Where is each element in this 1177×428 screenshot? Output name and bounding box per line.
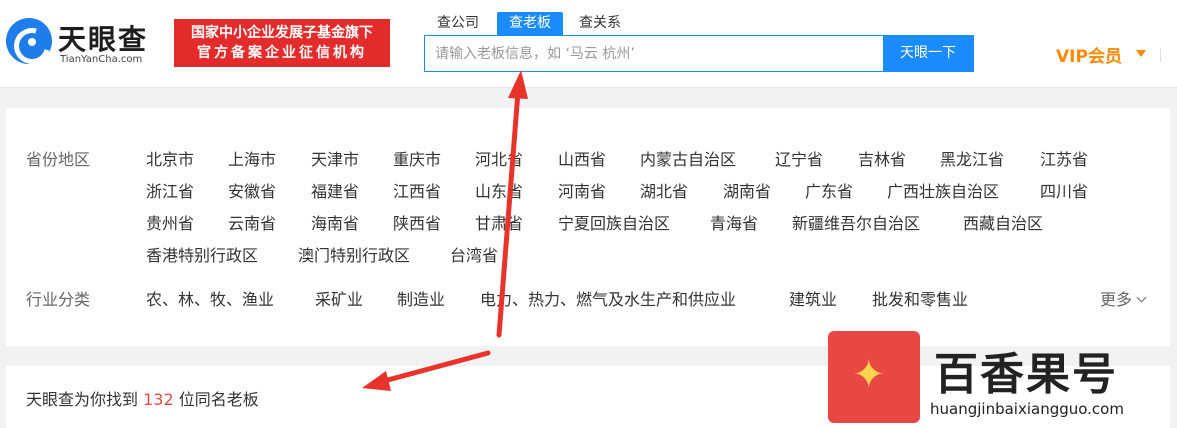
result-suffix: 位同名老板 [178, 390, 259, 409]
region-option[interactable]: 海南省 [311, 210, 359, 234]
region-option[interactable]: 山西省 [558, 146, 606, 170]
region-option[interactable]: 浙江省 [146, 178, 194, 202]
region-option[interactable]: 广东省 [805, 178, 853, 202]
region-option[interactable]: 吉林省 [858, 146, 906, 170]
region-option[interactable]: 天津市 [311, 146, 359, 170]
region-option[interactable]: 四川省 [1040, 178, 1088, 202]
region-label: 省份地区 [26, 150, 91, 169]
region-option[interactable]: 台湾省 [450, 242, 498, 266]
region-option[interactable]: 北京市 [146, 146, 194, 170]
region-option[interactable]: 河南省 [558, 178, 606, 202]
vip-link[interactable]: VIP会员 [1056, 42, 1122, 67]
region-option[interactable]: 云南省 [228, 210, 276, 234]
divider [1160, 48, 1161, 62]
region-option[interactable]: 甘肃省 [475, 210, 523, 234]
region-option[interactable]: 湖北省 [640, 178, 688, 202]
region-option[interactable]: 山东省 [475, 178, 523, 202]
region-option[interactable]: 黑龙江省 [940, 146, 1004, 170]
caret-down-icon[interactable] [1136, 50, 1146, 57]
logo[interactable]: 天眼查 TianYanCha.com [6, 14, 166, 70]
search-bar: 天眼一下 [424, 35, 974, 72]
industry-option[interactable]: 制造业 [397, 286, 445, 310]
tab-boss[interactable]: 查老板 [497, 12, 563, 36]
region-option[interactable]: 安徽省 [228, 178, 276, 202]
region-option[interactable]: 贵州省 [146, 210, 194, 234]
region-option[interactable]: 青海省 [710, 210, 758, 234]
star-icon: ✦ [852, 352, 886, 398]
search-input[interactable] [425, 36, 885, 71]
region-option[interactable]: 陕西省 [393, 210, 441, 234]
industry-option[interactable]: 农、林、牧、渔业 [146, 286, 274, 310]
search-button[interactable]: 天眼一下 [883, 35, 973, 72]
industry-option[interactable]: 电力、热力、燃气及水生产和供应业 [480, 286, 736, 310]
region-option[interactable]: 广西壮族自治区 [887, 178, 999, 202]
filter-panel: 省份地区 北京市 上海市 天津市 重庆市 河北省 山西省 内蒙古自治区 辽宁省 … [6, 108, 1170, 346]
result-text: 天眼查为你找到 132 位同名老板 [26, 386, 259, 410]
logo-name: 天眼查 [58, 23, 149, 56]
certification-badge: 国家中小企业发展子基金旗下 官方备案企业征信机构 [174, 19, 390, 67]
region-option[interactable]: 新疆维吾尔自治区 [792, 210, 920, 234]
watermark-url: huangjinbaixiangguo.com [930, 400, 1124, 418]
region-option[interactable]: 河北省 [475, 146, 523, 170]
region-option[interactable]: 江苏省 [1040, 146, 1088, 170]
eye-logo-icon [6, 18, 52, 64]
top-header: 天眼查 TianYanCha.com 国家中小企业发展子基金旗下 官方备案企业征… [0, 0, 1177, 88]
watermark-name: 百香果号 [934, 349, 1118, 400]
industry-option[interactable]: 建筑业 [789, 286, 837, 310]
region-option[interactable]: 内蒙古自治区 [640, 146, 736, 170]
region-option[interactable]: 宁夏回族自治区 [558, 210, 670, 234]
region-option[interactable]: 江西省 [393, 178, 441, 202]
more-button[interactable]: 更多 [1100, 286, 1147, 310]
badge-line-2: 官方备案企业征信机构 [197, 45, 367, 61]
more-label: 更多 [1100, 290, 1133, 309]
industry-option[interactable]: 采矿业 [315, 286, 363, 310]
region-option[interactable]: 湖南省 [723, 178, 771, 202]
region-option[interactable]: 澳门特别行政区 [298, 242, 410, 266]
result-prefix: 天眼查为你找到 [26, 390, 139, 409]
region-option[interactable]: 福建省 [311, 178, 359, 202]
tab-company[interactable]: 查公司 [424, 12, 492, 36]
tab-relation[interactable]: 查关系 [568, 12, 632, 36]
region-option[interactable]: 香港特别行政区 [146, 242, 258, 266]
industry-option[interactable]: 批发和零售业 [872, 286, 968, 310]
badge-line-1: 国家中小企业发展子基金旗下 [191, 25, 373, 41]
chevron-down-icon [1136, 292, 1147, 303]
industry-label: 行业分类 [26, 290, 91, 309]
result-count: 132 [143, 390, 174, 409]
logo-domain: TianYanCha.com [60, 54, 143, 65]
region-option[interactable]: 重庆市 [393, 146, 441, 170]
region-option[interactable]: 西藏自治区 [963, 210, 1043, 234]
watermark-logo: ✦ [828, 331, 920, 423]
region-option[interactable]: 辽宁省 [775, 146, 823, 170]
region-option[interactable]: 上海市 [228, 146, 276, 170]
